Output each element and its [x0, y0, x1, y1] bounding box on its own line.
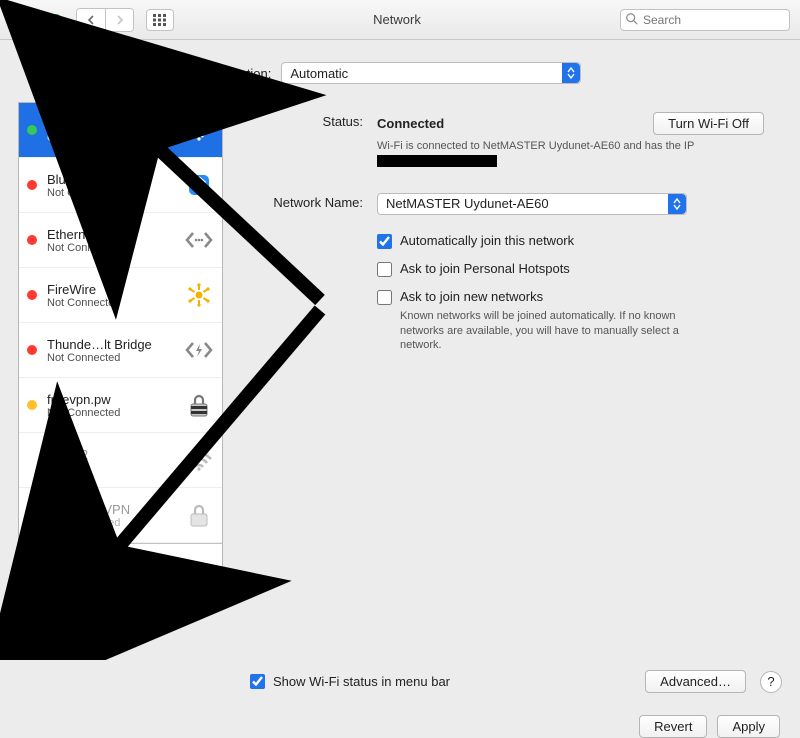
search-icon — [625, 12, 639, 26]
revert-button[interactable]: Revert — [639, 715, 707, 738]
help-button[interactable]: ? — [760, 671, 782, 693]
show-all-button[interactable] — [146, 9, 174, 31]
service-name: Wi-Fi 2 — [47, 447, 180, 462]
minimize-window-button[interactable] — [30, 14, 42, 26]
nav-back-forward — [76, 8, 134, 32]
service-status: Not Connected — [47, 517, 180, 529]
popup-arrows-icon — [562, 63, 580, 83]
location-value: Automatic — [290, 66, 348, 81]
location-row: Location: Automatic — [0, 40, 800, 102]
show-status-label: Show Wi-Fi status in menu bar — [273, 674, 450, 689]
network-name-popup[interactable]: NetMASTER Uydunet-AE60 — [377, 193, 687, 215]
status-dot — [27, 125, 37, 135]
ask-new-input[interactable] — [377, 290, 392, 305]
network-name-value: NetMASTER Uydunet-AE60 — [386, 196, 549, 211]
add-service-button[interactable]: + — [19, 544, 49, 569]
forward-button[interactable] — [105, 9, 133, 31]
popup-arrows-icon — [668, 194, 686, 214]
ethernet-icon — [184, 225, 214, 255]
service-list: Wi-FiConnectedBluetooth PANNot Connected… — [19, 103, 222, 543]
search-input[interactable] — [620, 9, 790, 31]
vpn-icon — [184, 390, 214, 420]
service-name: Betternet VPN — [47, 502, 180, 517]
bluetooth-icon — [184, 170, 214, 200]
service-status: Not Connected — [47, 297, 180, 309]
zoom-window-button[interactable] — [50, 14, 62, 26]
window-title: Network — [182, 12, 612, 27]
status-dot — [27, 345, 37, 355]
network-name-label: Network Name: — [237, 193, 377, 210]
wifi-grey-icon — [184, 445, 214, 475]
sidebar-footer: + − — [19, 543, 222, 569]
location-popup[interactable]: Automatic — [281, 62, 581, 84]
sidebar-footer-spacer — [109, 544, 222, 569]
status-dot — [27, 290, 37, 300]
service-name: freevpn.pw — [47, 392, 180, 407]
status-dot — [27, 180, 37, 190]
wifi-icon — [184, 115, 214, 145]
service-status: Not Connected — [47, 242, 180, 254]
auto-join-input[interactable] — [377, 234, 392, 249]
service-item[interactable]: Thunde…lt BridgeNot Connected — [19, 323, 222, 378]
ask-hotspot-checkbox[interactable]: Ask to join Personal Hotspots — [377, 261, 764, 277]
wifi-toggle-button[interactable]: Turn Wi-Fi Off — [653, 112, 764, 135]
status-dot — [27, 510, 37, 520]
status-dot — [27, 235, 37, 245]
service-status: Not Connected — [47, 407, 180, 419]
ask-new-checkbox[interactable]: Ask to join new networks — [377, 289, 764, 305]
close-window-button[interactable] — [10, 14, 22, 26]
advanced-button[interactable]: Advanced… — [645, 670, 746, 693]
thunderbolt-icon — [184, 335, 214, 365]
ask-hotspot-input[interactable] — [377, 262, 392, 277]
status-dot — [27, 400, 37, 410]
service-status: Connected — [47, 132, 180, 144]
service-name: Ethernet — [47, 227, 180, 242]
status-subtext: Wi-Fi is connected to NetMASTER Uydunet-… — [377, 139, 764, 169]
service-name: Bluetooth PAN — [47, 172, 180, 187]
ask-new-hint: Known networks will be joined automatica… — [400, 309, 700, 354]
service-name: FireWire — [47, 282, 180, 297]
service-status: Not Connected — [47, 352, 180, 364]
service-name: Wi-Fi — [47, 117, 180, 132]
auto-join-checkbox[interactable]: Automatically join this network — [377, 233, 764, 249]
service-item[interactable]: Wi-Fi 2Inactive — [19, 433, 222, 488]
detail-panel: Status: Connected Turn Wi-Fi Off Wi-Fi i… — [237, 102, 782, 570]
titlebar: Network — [0, 0, 800, 40]
service-status: Not Connected — [47, 187, 180, 199]
vpn-grey-icon — [184, 500, 214, 530]
show-status-checkbox[interactable] — [250, 674, 265, 689]
show-status-row: Show Wi-Fi status in menu bar Advanced… … — [0, 670, 800, 693]
redacted-ip — [377, 155, 497, 167]
main-split: Wi-FiConnectedBluetooth PANNot Connected… — [0, 102, 800, 570]
footer: Revert Apply — [0, 693, 800, 738]
status-value: Connected — [377, 116, 444, 131]
search-wrap — [620, 9, 790, 31]
apply-button[interactable]: Apply — [717, 715, 780, 738]
back-button[interactable] — [77, 9, 105, 31]
remove-service-button[interactable]: − — [49, 544, 79, 569]
service-status: Inactive — [47, 462, 180, 474]
service-item[interactable]: EthernetNot Connected — [19, 213, 222, 268]
service-sidebar: Wi-FiConnectedBluetooth PANNot Connected… — [18, 102, 223, 570]
service-item[interactable]: Wi-FiConnected — [19, 103, 222, 158]
location-label: Location: — [219, 66, 272, 81]
status-dot — [27, 455, 37, 465]
service-item[interactable]: Bluetooth PANNot Connected — [19, 158, 222, 213]
service-actions-menu[interactable] — [79, 544, 109, 569]
window-controls — [10, 14, 62, 26]
status-label: Status: — [237, 112, 377, 129]
service-item[interactable]: Betternet VPNNot Connected — [19, 488, 222, 543]
service-item[interactable]: freevpn.pwNot Connected — [19, 378, 222, 433]
service-name: Thunde…lt Bridge — [47, 337, 180, 352]
firewire-icon — [184, 280, 214, 310]
service-item[interactable]: FireWireNot Connected — [19, 268, 222, 323]
